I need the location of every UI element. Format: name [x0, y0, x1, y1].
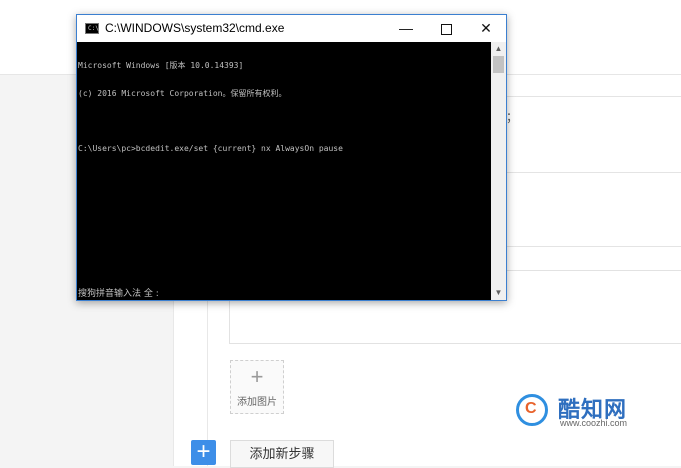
console-line: Microsoft Windows [版本 10.0.14393]	[78, 61, 244, 71]
scroll-up-arrow-icon[interactable]: ▲	[491, 42, 506, 56]
minimize-button[interactable]: —	[386, 15, 426, 42]
cmd-app-icon[interactable]: C:\	[85, 23, 99, 34]
scroll-down-arrow-icon[interactable]: ▼	[491, 286, 506, 300]
maximize-button[interactable]	[426, 15, 466, 42]
watermark-logo-letter: C	[525, 400, 537, 417]
close-button[interactable]: ✕	[466, 15, 506, 42]
add-step-button[interactable]: 添加新步骤	[230, 440, 334, 468]
plus-icon: +	[250, 363, 264, 389]
console-output[interactable]: Microsoft Windows [版本 10.0.14393] (c) 20…	[77, 42, 491, 300]
title-bar[interactable]: C:\ C:\WINDOWS\system32\cmd.exe — ✕	[77, 15, 506, 42]
cmd-app-icon-text: C:\	[88, 25, 99, 32]
add-step-plus-button[interactable]: +	[191, 440, 216, 465]
scrollbar-thumb[interactable]	[493, 56, 504, 73]
add-image-button[interactable]: + 添加图片	[230, 360, 284, 414]
ime-status-bar: 搜狗拼音输入法 全 :	[78, 288, 159, 299]
watermark-logo-icon: C	[516, 394, 548, 426]
console-line: (c) 2016 Microsoft Corporation。保留所有权利。	[78, 89, 287, 99]
watermark-url: www.coozhi.com	[560, 418, 628, 428]
add-image-label: 添加图片	[237, 396, 277, 408]
text-fragment: ；	[506, 110, 519, 124]
cmd-window[interactable]: C:\ C:\WINDOWS\system32\cmd.exe — ✕ Micr…	[76, 14, 507, 301]
console-line: C:\Users\pc>bcdedit.exe/set {current} nx…	[78, 144, 343, 154]
vertical-scrollbar[interactable]: ▲ ▼	[491, 42, 506, 300]
window-title: C:\WINDOWS\system32\cmd.exe	[105, 21, 285, 35]
watermark: C 酷知网 www.coozhi.com	[516, 392, 676, 432]
maximize-icon	[440, 23, 452, 35]
